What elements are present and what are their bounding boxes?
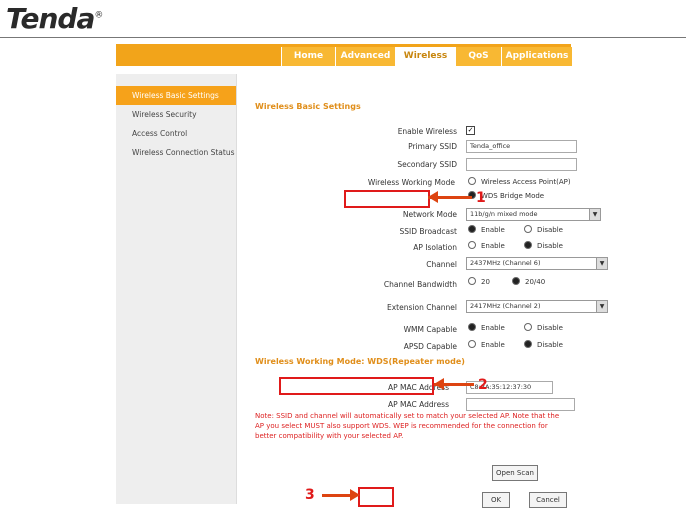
bw-2040-label: 20/40 — [525, 278, 546, 286]
channel-bandwidth-label: Channel Bandwidth — [383, 280, 457, 289]
ap-isolation-disable-radio[interactable]: Disable — [524, 241, 563, 250]
primary-ssid-label: Primary SSID — [408, 142, 457, 151]
ap-isolation-enable-radio[interactable]: Enable — [468, 241, 505, 250]
network-mode-value: 11b/g/n mixed mode — [470, 210, 538, 218]
radio-dot — [468, 340, 476, 348]
apsd-disable-radio[interactable]: Disable — [524, 340, 563, 349]
ap-mac-address-input-2[interactable] — [466, 398, 575, 411]
ap-isolation-label: AP Isolation — [413, 243, 457, 252]
channel-label: Channel — [426, 260, 457, 269]
radio-dot — [524, 225, 532, 233]
bw-20-label: 20 — [481, 278, 490, 286]
apsd-enable-radio[interactable]: Enable — [468, 340, 505, 349]
network-mode-label: Network Mode — [402, 210, 457, 219]
annotation-number-1: 1 — [476, 190, 486, 206]
radio-dot-selected — [524, 340, 532, 348]
chevron-down-icon: ▼ — [596, 301, 607, 312]
enable-wireless-checkbox[interactable]: ✓ — [466, 126, 475, 135]
sidebar-item-wireless-basic-settings[interactable]: Wireless Basic Settings — [116, 86, 236, 105]
enable-label: Enable — [481, 324, 505, 332]
tab-qos[interactable]: QoS — [455, 47, 501, 66]
sidebar-item-wireless-security[interactable]: Wireless Security — [116, 105, 236, 124]
radio-dot — [468, 177, 476, 185]
extension-channel-select[interactable]: 2417MHz (Channel 2) ▼ — [466, 300, 608, 313]
annotation-arrow-3 — [322, 494, 352, 497]
sidebar-item-wireless-connection-status[interactable]: Wireless Connection Status — [116, 143, 236, 162]
disable-label: Disable — [537, 226, 563, 234]
tab-advanced[interactable]: Advanced — [335, 47, 395, 66]
ap-mac-address-label-2: AP MAC Address — [388, 400, 449, 409]
primary-ssid-input[interactable]: Tenda_office — [466, 140, 577, 153]
arrowhead-left-icon — [428, 191, 438, 203]
arrowhead-right-icon — [350, 489, 360, 501]
open-scan-button[interactable]: Open Scan — [492, 465, 538, 481]
tab-home[interactable]: Home — [281, 47, 335, 66]
network-mode-select[interactable]: 11b/g/n mixed mode ▼ — [466, 208, 601, 221]
top-nav-bar: Home Advanced Wireless QoS Applications — [116, 44, 572, 66]
wmm-enable-radio[interactable]: Enable — [468, 323, 505, 332]
cancel-button[interactable]: Cancel — [529, 492, 567, 508]
highlight-box-wds-mode — [344, 190, 430, 208]
secondary-ssid-input[interactable] — [466, 158, 577, 171]
highlight-box-ap-mac — [279, 377, 434, 395]
extension-channel-label: Extension Channel — [387, 303, 457, 312]
sidebar: Wireless Basic Settings Wireless Securit… — [116, 74, 237, 504]
tenda-logo: Tenda® — [6, 2, 103, 35]
sidebar-item-access-control[interactable]: Access Control — [116, 124, 236, 143]
enable-wireless-label: Enable Wireless — [397, 127, 457, 136]
radio-dot-selected — [524, 241, 532, 249]
router-admin-frame: Home Advanced Wireless QoS Applications … — [116, 44, 608, 508]
settings-panel: Wireless Basic Settings Enable Wireless … — [237, 74, 608, 508]
enable-label: Enable — [481, 226, 505, 234]
channel-select[interactable]: 2437MHz (Channel 6) ▼ — [466, 257, 608, 270]
section-title-wds: Wireless Working Mode: WDS(Repeater mode… — [255, 357, 465, 366]
chevron-down-icon: ▼ — [589, 209, 600, 220]
radio-dot-selected — [468, 225, 476, 233]
ok-button[interactable]: OK — [482, 492, 510, 508]
radio-dot — [524, 323, 532, 331]
chevron-down-icon: ▼ — [596, 258, 607, 269]
annotation-number-2: 2 — [478, 377, 488, 393]
ssid-broadcast-label: SSID Broadcast — [399, 227, 457, 236]
disable-label: Disable — [537, 242, 563, 250]
tab-applications[interactable]: Applications — [501, 47, 572, 66]
ssid-broadcast-disable-radio[interactable]: Disable — [524, 225, 563, 234]
section-title-basic: Wireless Basic Settings — [255, 102, 361, 111]
working-mode-label: Wireless Working Mode — [367, 178, 455, 187]
disable-label: Disable — [537, 341, 563, 349]
wds-note: Note: SSID and channel will automaticall… — [255, 412, 560, 440]
wmm-disable-radio[interactable]: Disable — [524, 323, 563, 332]
mode-wds-label: WDS Bridge Mode — [481, 192, 545, 200]
arrowhead-left-icon — [434, 378, 444, 390]
radio-dot — [468, 277, 476, 285]
highlight-box-ok — [358, 487, 394, 507]
bandwidth-20-radio[interactable]: 20 — [468, 277, 490, 286]
logo-text: Tenda — [6, 2, 95, 35]
header-divider — [0, 37, 686, 38]
extension-channel-value: 2417MHz (Channel 2) — [470, 302, 541, 310]
tab-wireless[interactable]: Wireless — [395, 47, 455, 66]
annotation-number-3: 3 — [305, 487, 315, 503]
apsd-capable-label: APSD Capable — [403, 342, 457, 351]
channel-value: 2437MHz (Channel 6) — [470, 259, 541, 267]
enable-label: Enable — [481, 242, 505, 250]
radio-dot-selected — [468, 323, 476, 331]
wmm-capable-label: WMM Capable — [403, 325, 457, 334]
disable-label: Disable — [537, 324, 563, 332]
registered-mark: ® — [94, 10, 103, 21]
bandwidth-2040-radio[interactable]: 20/40 — [512, 277, 546, 286]
enable-label: Enable — [481, 341, 505, 349]
mode-ap-label: Wireless Access Point(AP) — [481, 178, 571, 186]
radio-dot-selected — [512, 277, 520, 285]
radio-dot — [468, 241, 476, 249]
ssid-broadcast-enable-radio[interactable]: Enable — [468, 225, 505, 234]
mode-ap-radio[interactable]: Wireless Access Point(AP) — [468, 177, 571, 186]
secondary-ssid-label: Secondary SSID — [397, 160, 457, 169]
